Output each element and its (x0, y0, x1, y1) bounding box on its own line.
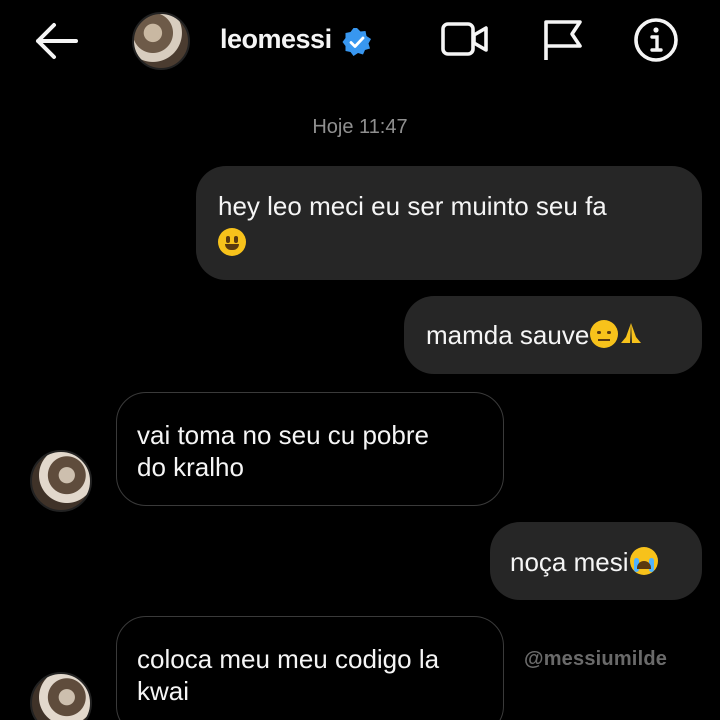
sender-avatar[interactable] (30, 450, 92, 512)
verified-badge-icon (342, 27, 372, 57)
video-call-icon[interactable] (440, 16, 492, 64)
sender-avatar[interactable] (30, 672, 92, 720)
message-text: noça mesi (510, 547, 629, 577)
sent-message-bubble[interactable]: hey leo meci eu ser muinto seu fa (196, 166, 702, 280)
message-text: hey leo meci eu ser muinto seu fa (218, 191, 607, 221)
chat-header: leomessi (0, 0, 720, 80)
message-text: kwai (137, 676, 190, 706)
loudly-crying-face-emoji-icon (629, 547, 658, 576)
flag-icon[interactable] (538, 16, 590, 64)
message-text: vai toma no seu cu pobre (137, 420, 429, 450)
message-text: do kralho (137, 452, 244, 482)
grinning-face-emoji-icon (218, 228, 246, 257)
received-message-bubble[interactable]: coloca meu meu codigo la kwai (116, 616, 504, 720)
info-icon[interactable] (632, 16, 684, 64)
pensive-face-emoji-icon (590, 320, 619, 349)
back-arrow-icon[interactable] (30, 20, 82, 62)
watermark: @messiumilde (524, 648, 668, 670)
received-message-bubble[interactable]: vai toma no seu cu pobre do kralho (116, 392, 504, 506)
folded-hands-emoji-icon (618, 321, 644, 347)
message-timestamp: Hoje 11:47 (312, 116, 408, 138)
sent-message-bubble[interactable]: mamda sauve (404, 296, 702, 374)
message-text: coloca meu meu codigo la (137, 644, 440, 674)
message-text: mamda sauve (426, 320, 590, 350)
username[interactable]: leomessi (220, 24, 332, 55)
profile-avatar[interactable] (132, 12, 190, 70)
sent-message-bubble[interactable]: noça mesi (490, 522, 702, 600)
